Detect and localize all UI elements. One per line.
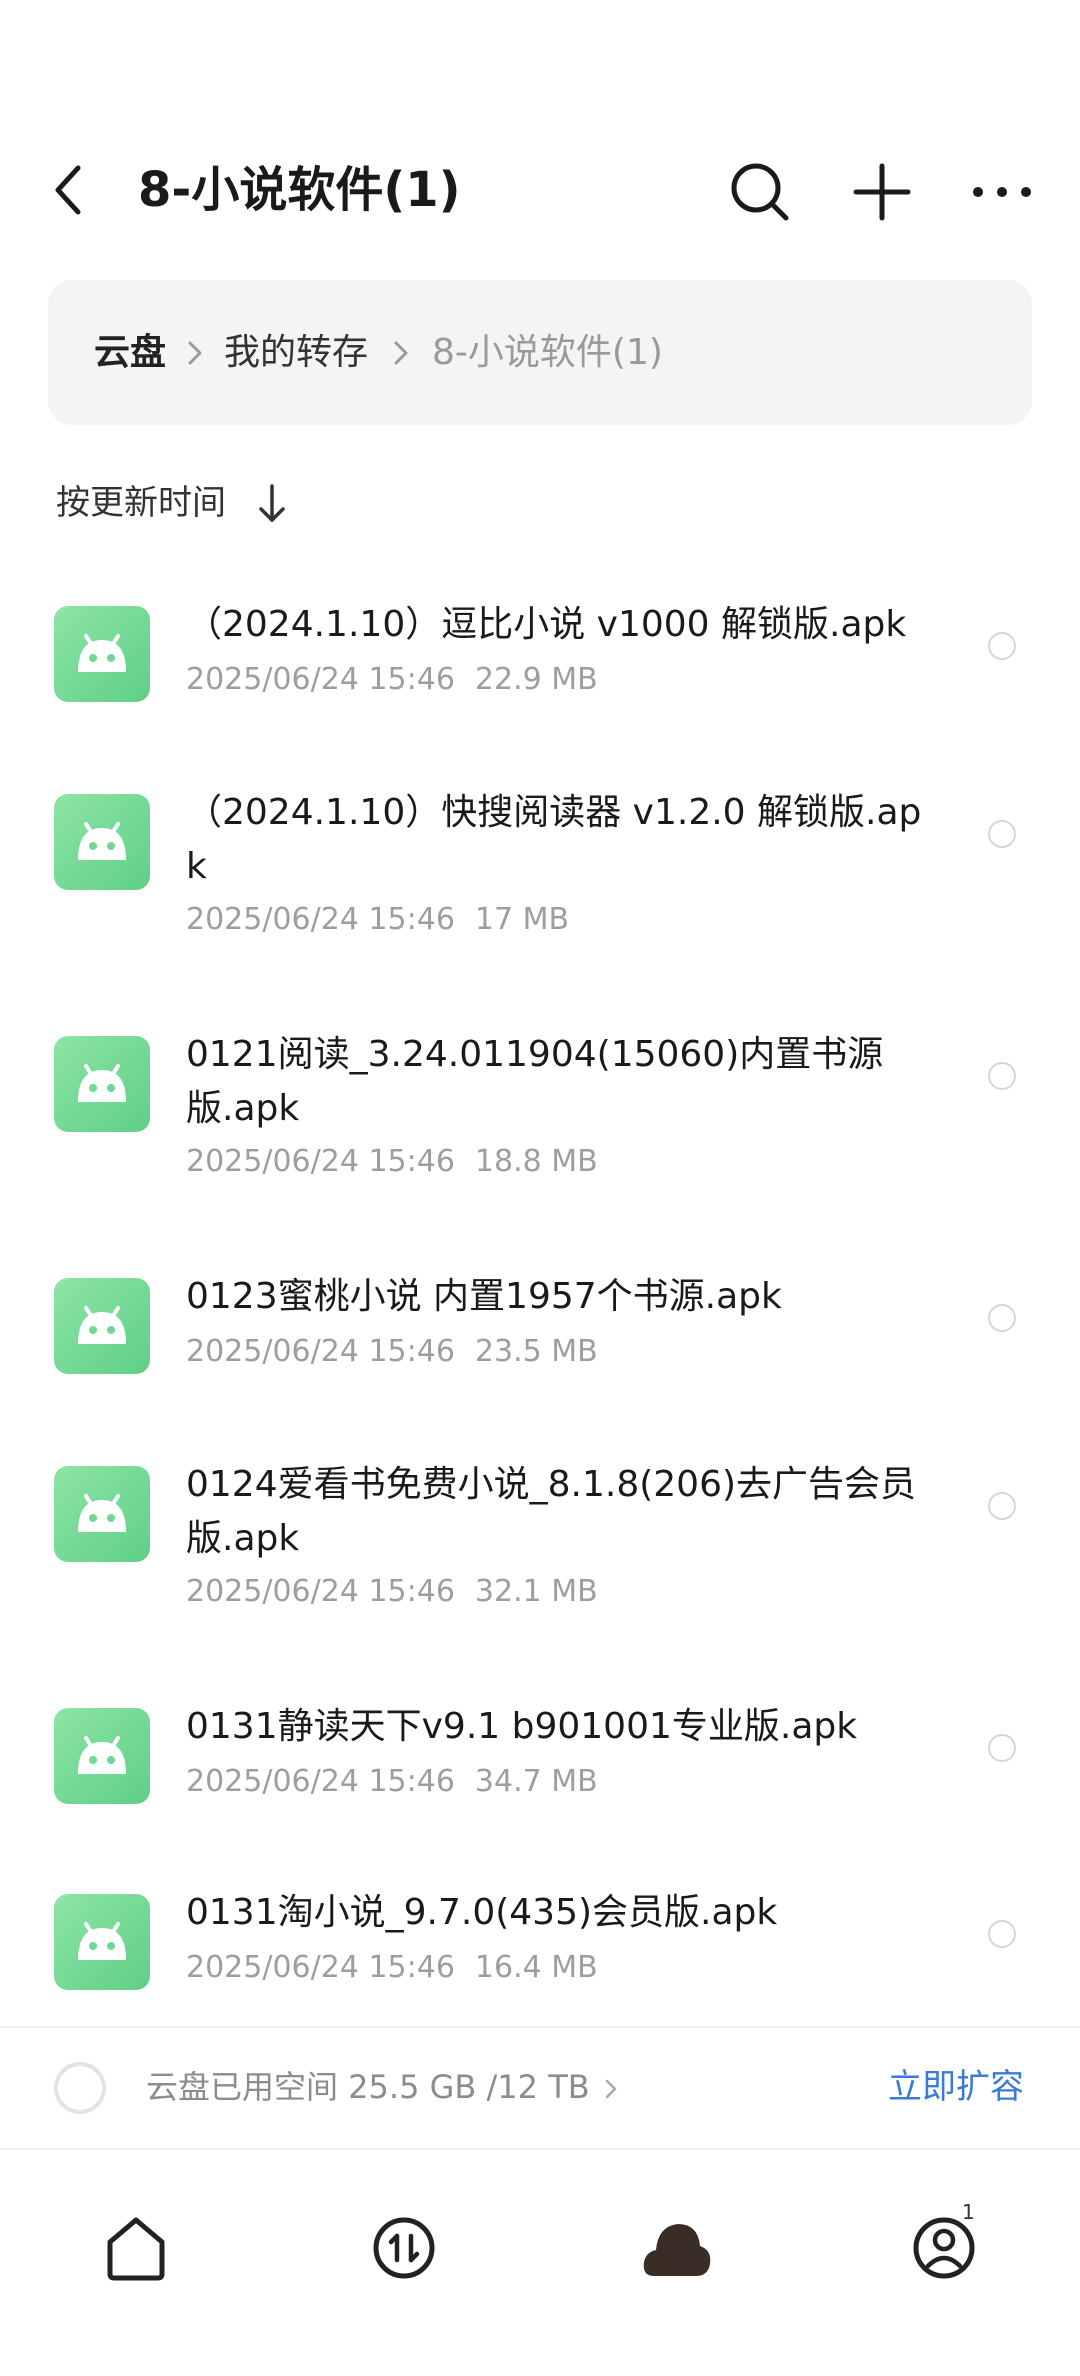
expand-storage-link[interactable]: 立即扩容 (888, 2064, 1024, 2110)
nav-cloud[interactable] (636, 2208, 716, 2288)
file-name: 0123蜜桃小说 内置1957个书源.apk (186, 1276, 782, 1317)
file-name: 0124爱看书免费小说_8.1.8(206)去广告会员版.apk (186, 1464, 917, 1559)
android-apk-icon (54, 1466, 150, 1562)
select-radio[interactable] (988, 1920, 1016, 1948)
more-button[interactable] (970, 160, 1034, 224)
file-size: 34.7 MB (474, 1764, 598, 1799)
storage-usage-text[interactable]: 云盘已用空间 25.5 GB /12 TB (146, 2064, 590, 2110)
back-arrow-icon (55, 165, 81, 215)
android-apk-icon (54, 794, 150, 890)
file-size: 23.5 MB (474, 1334, 598, 1369)
list-item[interactable]: 0131静读天下v9.1 b901001专业版.apk 2025/06/24 1… (0, 1692, 1080, 1822)
search-icon (731, 163, 789, 221)
select-radio[interactable] (988, 1734, 1016, 1762)
more-icon (973, 187, 1031, 197)
breadcrumb-item-current: 8-小说软件(1) (432, 332, 663, 373)
chevron-right-icon (188, 341, 202, 365)
file-meta: 2025/06/24 15:46 17 MB (186, 900, 569, 940)
file-size: 16.4 MB (474, 1950, 598, 1985)
arrow-down-icon[interactable] (256, 482, 288, 526)
file-meta: 2025/06/24 15:46 34.7 MB (186, 1762, 598, 1802)
nav-home[interactable] (96, 2208, 176, 2288)
select-radio[interactable] (988, 632, 1016, 660)
breadcrumb: 云盘 我的转存 8-小说软件(1) (48, 280, 1032, 425)
file-meta: 2025/06/24 15:46 22.9 MB (186, 660, 598, 700)
search-button[interactable] (728, 160, 792, 224)
file-name: 0131静读天下v9.1 b901001专业版.apk (186, 1706, 858, 1747)
page-title: 8-小说软件(1) (138, 162, 461, 218)
list-item[interactable]: 0123蜜桃小说 内置1957个书源.apk 2025/06/24 15:46 2… (0, 1262, 1080, 1392)
bottom-nav: 1 (0, 2150, 1080, 2376)
file-name: （2024.1.10）快搜阅读器 v1.2.0 解锁版.apk (186, 792, 922, 887)
android-apk-icon (54, 1894, 150, 1990)
breadcrumb-item-my-saves[interactable]: 我的转存 (224, 328, 368, 378)
file-date: 2025/06/24 15:46 (186, 1144, 455, 1179)
file-date: 2025/06/24 15:46 (186, 1950, 455, 1985)
select-radio[interactable] (988, 1304, 1016, 1332)
list-item[interactable]: （2024.1.10）快搜阅读器 v1.2.0 解锁版.apk 2025/06/… (0, 778, 1080, 958)
file-meta: 2025/06/24 15:46 23.5 MB (186, 1332, 598, 1372)
android-apk-icon (54, 1278, 150, 1374)
file-date: 2025/06/24 15:46 (186, 1334, 455, 1369)
file-size: 17 MB (474, 902, 570, 937)
chevron-right-icon (605, 2079, 617, 2099)
chevron-right-icon (394, 341, 408, 365)
file-size: 32.1 MB (474, 1574, 598, 1609)
file-meta: 2025/06/24 15:46 16.4 MB (186, 1948, 598, 1988)
file-date: 2025/06/24 15:46 (186, 902, 455, 937)
profile-badge: 1 (962, 2200, 975, 2224)
add-button[interactable] (850, 160, 914, 224)
nav-transfer[interactable] (364, 2208, 444, 2288)
storage-bar[interactable]: 云盘已用空间 25.5 GB /12 TB 立即扩容 (0, 2026, 1080, 2150)
storage-usage-ring-icon (54, 2062, 106, 2114)
file-date: 2025/06/24 15:46 (186, 1764, 455, 1799)
select-radio[interactable] (988, 1062, 1016, 1090)
list-item[interactable]: （2024.1.10）逗比小说 v1000 解锁版.apk 2025/06/24… (0, 590, 1080, 720)
android-apk-icon (54, 1036, 150, 1132)
file-date: 2025/06/24 15:46 (186, 1574, 455, 1609)
cloud-icon (643, 2224, 711, 2276)
android-apk-icon (54, 606, 150, 702)
back-button[interactable] (40, 160, 100, 220)
select-radio[interactable] (988, 1492, 1016, 1520)
file-meta: 2025/06/24 15:46 32.1 MB (186, 1572, 598, 1612)
top-bar: 8-小说软件(1) (0, 130, 1080, 250)
file-size: 22.9 MB (474, 662, 598, 697)
select-radio[interactable] (988, 820, 1016, 848)
home-icon (107, 2217, 165, 2281)
file-size: 18.8 MB (474, 1144, 598, 1179)
list-item[interactable]: 0124爱看书免费小说_8.1.8(206)去广告会员版.apk 2025/06… (0, 1450, 1080, 1630)
transfer-icon (373, 2217, 435, 2279)
file-name: （2024.1.10）逗比小说 v1000 解锁版.apk (186, 604, 907, 645)
breadcrumb-item-cloud[interactable]: 云盘 (94, 328, 166, 378)
file-date: 2025/06/24 15:46 (186, 662, 455, 697)
file-meta: 2025/06/24 15:46 18.8 MB (186, 1142, 598, 1182)
file-name: 0131淘小说_9.7.0(435)会员版.apk (186, 1892, 778, 1933)
file-name: 0121阅读_3.24.011904(15060)内置书源版.apk (186, 1034, 884, 1129)
plus-icon (853, 163, 911, 221)
list-item[interactable]: 0121阅读_3.24.011904(15060)内置书源版.apk 2025/… (0, 1020, 1080, 1200)
list-item[interactable]: 0131淘小说_9.7.0(435)会员版.apk 2025/06/24 15:… (0, 1878, 1080, 2008)
android-apk-icon (54, 1708, 150, 1804)
sort-label[interactable]: 按更新时间 (56, 478, 226, 528)
